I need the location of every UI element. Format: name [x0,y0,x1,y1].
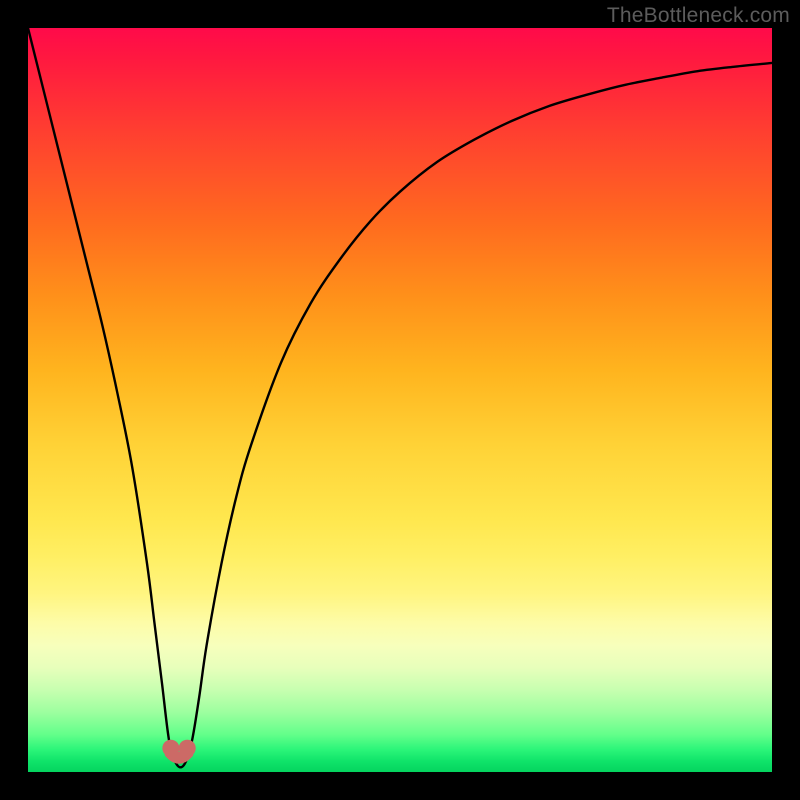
plot-area [28,28,772,772]
chart-frame: TheBottleneck.com [0,0,800,800]
curve-layer [28,28,772,772]
watermark-text: TheBottleneck.com [607,4,790,28]
bottleneck-curve [28,28,772,767]
minimum-marker-1 [179,740,196,757]
minimum-marker-0 [162,740,179,757]
minimum-markers [162,740,195,758]
